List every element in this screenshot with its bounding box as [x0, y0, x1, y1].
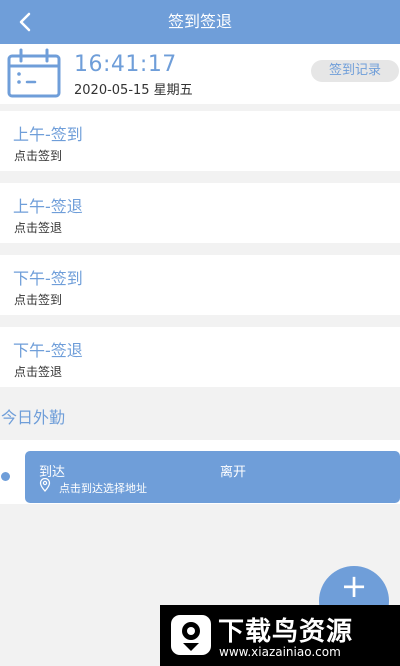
watermark-title: 下载鸟资源 [218, 617, 354, 647]
current-date: 2020-05-15 星期五 [74, 83, 193, 98]
outing-card[interactable]: 到达 离开 点击到达选择地址 [25, 451, 400, 503]
card-title: 下午-签退 [13, 341, 83, 360]
card-afternoon-checkout[interactable]: 下午-签退 点击签退 [0, 327, 400, 387]
timeline-dot [1, 472, 10, 481]
clock-header: 16:41:17 2020-05-15 星期五 签到记录 [0, 44, 400, 104]
card-morning-checkin[interactable]: 上午-签到 点击签到 [0, 111, 400, 171]
choose-address-hint[interactable]: 点击到达选择地址 [59, 480, 147, 496]
card-morning-checkout[interactable]: 上午-签退 点击签退 [0, 183, 400, 243]
current-time: 16:41:17 [74, 52, 177, 77]
bird-logo-icon [171, 615, 211, 655]
watermark-url: www.xiazainiao.com [219, 645, 341, 659]
calendar-icon [7, 48, 61, 98]
site-watermark: 下载鸟资源 www.xiazainiao.com [160, 605, 400, 666]
card-subtitle: 点击签到 [14, 293, 63, 307]
top-bar: 签到签退 [0, 0, 400, 44]
card-title: 上午-签退 [13, 197, 83, 216]
checkin-record-button[interactable]: 签到记录 [311, 60, 399, 82]
card-title: 上午-签到 [13, 125, 83, 144]
card-subtitle: 点击签到 [14, 149, 63, 163]
page-title: 签到签退 [167, 12, 232, 31]
card-subtitle: 点击签退 [14, 365, 63, 379]
leave-label: 离开 [220, 465, 247, 480]
card-title: 下午-签到 [13, 269, 83, 288]
card-subtitle: 点击签退 [14, 221, 63, 235]
plus-icon: + [340, 567, 368, 605]
card-afternoon-checkin[interactable]: 下午-签到 点击签到 [0, 255, 400, 315]
outing-section-title: 今日外勤 [1, 408, 66, 427]
location-pin-icon [39, 478, 51, 492]
